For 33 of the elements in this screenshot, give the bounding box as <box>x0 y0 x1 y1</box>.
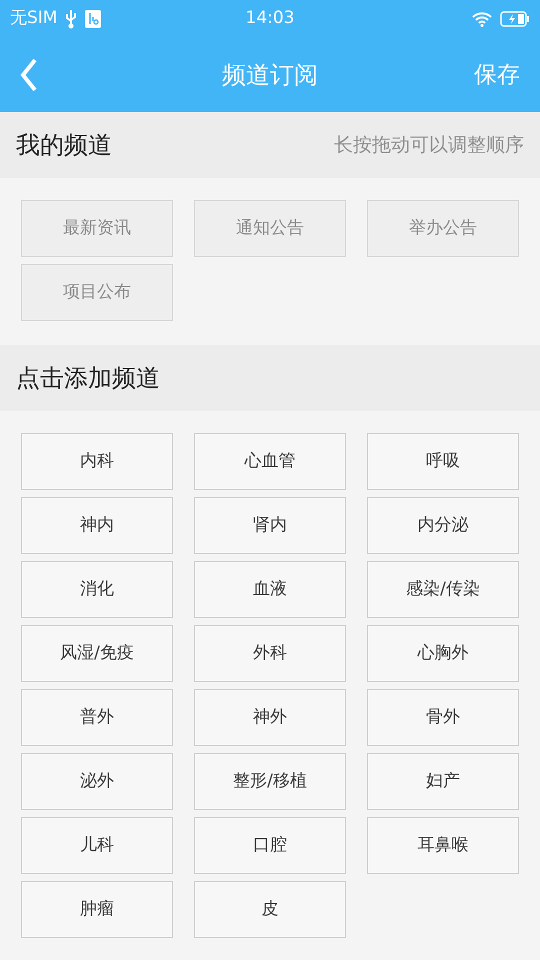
channel-tile[interactable]: 呼吸 <box>367 433 519 490</box>
channel-tile[interactable]: 感染/传染 <box>367 561 519 618</box>
battery-icon <box>500 11 530 27</box>
usb-icon <box>65 9 78 29</box>
channel-tile[interactable]: 耳鼻喉 <box>367 817 519 874</box>
channel-tile[interactable]: 内科 <box>21 433 173 490</box>
channel-tile[interactable]: 风湿/免疫 <box>21 625 173 682</box>
channel-tile[interactable]: 普外 <box>21 689 173 746</box>
usb-debug-icon <box>85 10 102 28</box>
channel-tile[interactable]: 肾内 <box>194 497 346 554</box>
channel-tile[interactable]: 口腔 <box>194 817 346 874</box>
channel-tile[interactable]: 外科 <box>194 625 346 682</box>
channel-tile[interactable]: 神外 <box>194 689 346 746</box>
clock-text: 14:03 <box>246 7 294 30</box>
channel-tile[interactable]: 皮 <box>194 881 346 938</box>
channel-tile[interactable]: 神内 <box>21 497 173 554</box>
channel-tile[interactable]: 整形/移植 <box>194 753 346 810</box>
channel-tile[interactable]: 儿科 <box>21 817 173 874</box>
carrier-text: 无SIM <box>10 7 58 30</box>
wifi-icon <box>472 12 492 26</box>
page-title: 频道订阅 <box>222 60 318 91</box>
channel-tile[interactable]: 骨外 <box>367 689 519 746</box>
channel-tile[interactable]: 心血管 <box>194 433 346 490</box>
channel-tile[interactable]: 血液 <box>194 561 346 618</box>
channel-tile[interactable]: 心胸外 <box>367 625 519 682</box>
section-title: 点击添加频道 <box>16 363 160 394</box>
channel-tile[interactable]: 内分泌 <box>367 497 519 554</box>
channel-tile[interactable]: 消化 <box>21 561 173 618</box>
hint-text: 长按拖动可以调整顺序 <box>334 132 524 158</box>
channel-tile[interactable]: 肿瘤 <box>21 881 173 938</box>
channel-tile[interactable]: 泌外 <box>21 753 173 810</box>
section-title: 我的频道 <box>16 130 112 161</box>
channel-tile[interactable]: 妇产 <box>367 753 519 810</box>
